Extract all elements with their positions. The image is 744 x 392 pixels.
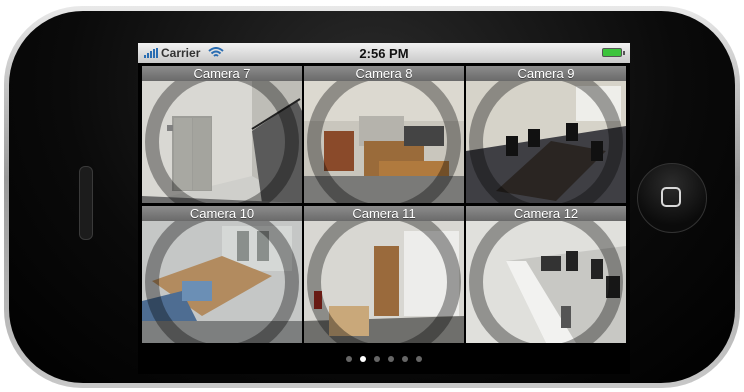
camera-tile[interactable]: Camera 7 bbox=[142, 66, 302, 203]
camera-tile[interactable]: Camera 10 bbox=[142, 206, 302, 343]
page-dot[interactable] bbox=[346, 356, 352, 362]
camera-feed-image bbox=[466, 221, 626, 343]
camera-feed-image bbox=[304, 81, 464, 203]
status-bar: Carrier 2:56 PM bbox=[138, 43, 630, 63]
home-button[interactable] bbox=[637, 163, 707, 233]
camera-feed-image bbox=[304, 221, 464, 343]
camera-feed-image bbox=[142, 221, 302, 343]
home-square-icon bbox=[661, 187, 681, 207]
screen: Carrier 2:56 PM Camera 7 Camera 8 Camera… bbox=[138, 43, 630, 374]
page-indicator[interactable] bbox=[138, 356, 630, 362]
page-dot[interactable] bbox=[388, 356, 394, 362]
page-dot[interactable] bbox=[360, 356, 366, 362]
camera-tile[interactable]: Camera 12 bbox=[466, 206, 626, 343]
camera-tile[interactable]: Camera 8 bbox=[304, 66, 464, 203]
camera-label: Camera 12 bbox=[466, 206, 626, 221]
camera-label: Camera 9 bbox=[466, 66, 626, 81]
camera-grid: Camera 7 Camera 8 Camera 9 Camera 10 Cam… bbox=[142, 66, 626, 343]
battery-icon bbox=[602, 48, 625, 57]
device-bezel: Carrier 2:56 PM Camera 7 Camera 8 Camera… bbox=[9, 11, 735, 383]
camera-label: Camera 10 bbox=[142, 206, 302, 221]
camera-label: Camera 8 bbox=[304, 66, 464, 81]
page-dot[interactable] bbox=[374, 356, 380, 362]
earpiece-speaker bbox=[79, 166, 93, 240]
camera-feed-image bbox=[142, 81, 302, 203]
page-dot[interactable] bbox=[402, 356, 408, 362]
camera-label: Camera 7 bbox=[142, 66, 302, 81]
status-time: 2:56 PM bbox=[359, 45, 409, 61]
page-dot[interactable] bbox=[416, 356, 422, 362]
camera-tile[interactable]: Camera 9 bbox=[466, 66, 626, 203]
camera-label: Camera 11 bbox=[304, 206, 464, 221]
iphone-device: Carrier 2:56 PM Camera 7 Camera 8 Camera… bbox=[4, 6, 740, 388]
camera-tile[interactable]: Camera 11 bbox=[304, 206, 464, 343]
camera-feed-image bbox=[466, 81, 626, 203]
